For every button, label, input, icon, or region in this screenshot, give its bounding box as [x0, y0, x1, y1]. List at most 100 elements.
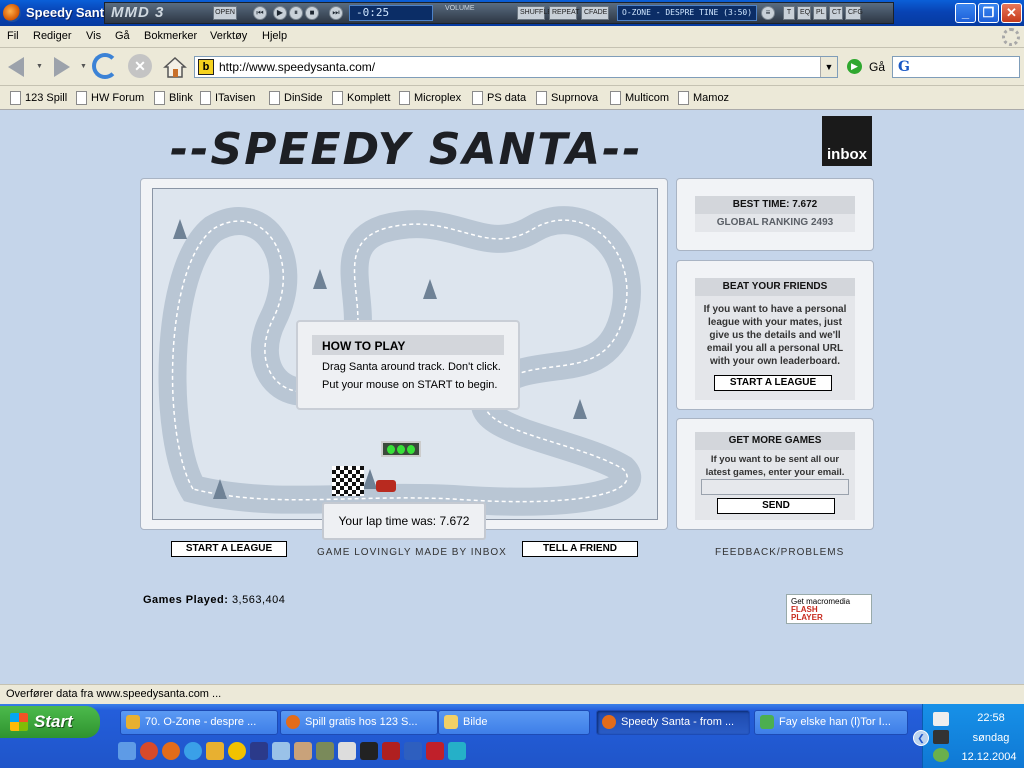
quicklaunch-icon[interactable] [360, 742, 378, 760]
bookmark-item[interactable]: PS data [472, 90, 526, 106]
winamp-time-display: -0:25 [349, 5, 433, 21]
start-league-button[interactable]: START A LEAGUE [171, 541, 287, 557]
global-ranking-label: GLOBAL RANKING 2493 [695, 214, 855, 232]
menu-edit[interactable]: Rediger [33, 30, 72, 42]
flash-player-badge[interactable]: Get macromedia FLASH PLAYER [786, 594, 872, 624]
start-league-panel-button[interactable]: START A LEAGUE [714, 375, 832, 391]
shuffle-button[interactable]: SHUFFLE [517, 6, 552, 20]
quicklaunch-icon[interactable] [228, 742, 246, 760]
bookmark-item[interactable]: DinSide [269, 90, 323, 106]
minimize-button[interactable]: _ [955, 3, 976, 23]
winamp-tag[interactable]: CFG [845, 6, 863, 20]
quicklaunch-icon[interactable] [184, 742, 202, 760]
pause-icon[interactable]: ⏸ [289, 6, 303, 20]
start-lights-icon[interactable] [381, 441, 421, 457]
lap-time-display: Your lap time was: 7.672 [322, 502, 486, 540]
maximize-button[interactable]: ❐ [978, 3, 999, 23]
bookmark-item[interactable]: HW Forum [76, 90, 144, 106]
back-button[interactable] [4, 53, 32, 81]
more-games-text: If you want to be sent all our latest ga… [705, 454, 845, 478]
quicklaunch-icon[interactable] [404, 742, 422, 760]
menu-help[interactable]: Hjelp [262, 30, 287, 42]
close-button[interactable]: ✕ [1001, 3, 1022, 23]
firefox-icon [3, 4, 21, 22]
quicklaunch-icon[interactable] [448, 742, 466, 760]
bookmark-item[interactable]: 123 Spill [10, 90, 67, 106]
winamp-tag[interactable]: EQ [797, 6, 811, 20]
firefox-icon [602, 715, 616, 729]
prev-track-icon[interactable]: ⏮ [253, 6, 267, 20]
tray-expand-icon[interactable]: ❮ [913, 730, 929, 746]
menu-bookmarks[interactable]: Bokmerker [144, 30, 197, 42]
clock[interactable]: 22:58 [959, 712, 1023, 724]
stop-icon[interactable]: ■ [305, 6, 319, 20]
quicklaunch-icon[interactable] [140, 742, 158, 760]
quicklaunch-icon[interactable] [162, 742, 180, 760]
go-icon[interactable]: ▶ [847, 59, 862, 74]
taskbar-item-speedy-santa[interactable]: Speedy Santa - from ... [596, 710, 750, 735]
send-button[interactable]: SEND [717, 498, 835, 514]
winamp-tag[interactable]: PL [813, 6, 827, 20]
reload-icon[interactable] [92, 53, 118, 79]
winamp-tag[interactable]: T [783, 6, 795, 20]
winamp-tray-icon[interactable] [933, 730, 949, 744]
menu-go[interactable]: Gå [115, 30, 130, 42]
menu-icon[interactable]: ≡ [761, 6, 775, 20]
quicklaunch-icon[interactable] [382, 742, 400, 760]
winamp-tag[interactable]: CT [829, 6, 843, 20]
quicklaunch-icon[interactable] [338, 742, 356, 760]
made-by-inbox-link[interactable]: GAME LOVINGLY MADE BY INBOX [317, 547, 507, 558]
santa-sleigh-icon[interactable] [376, 480, 396, 492]
taskbar-item-firefox[interactable]: Spill gratis hos 123 S... [280, 710, 438, 735]
messenger-tray-icon[interactable] [933, 748, 949, 762]
quicklaunch-icon[interactable] [272, 742, 290, 760]
bookmark-item[interactable]: Multicom [610, 90, 669, 106]
url-input[interactable]: http://www.speedysanta.com/ [219, 60, 375, 74]
menu-view[interactable]: Vis [86, 30, 101, 42]
google-search-icon: G [898, 59, 910, 75]
play-icon[interactable]: ▶ [273, 6, 287, 20]
quicklaunch-icon[interactable] [426, 742, 444, 760]
home-icon[interactable] [162, 54, 188, 80]
tree-icon [213, 479, 227, 499]
winamp-player-bar[interactable]: MMD 3 OPEN ⏮ ▶ ⏸ ■ ⏭ -0:25 VOLUME SHUFFL… [104, 2, 894, 24]
address-bar[interactable]: b http://www.speedysanta.com/ [194, 56, 838, 78]
next-track-icon[interactable]: ⏭ [329, 6, 343, 20]
taskbar-item-messenger[interactable]: Fay elske han (l)Tor I... [754, 710, 908, 735]
feedback-link[interactable]: FEEDBACK/PROBLEMS [715, 547, 844, 558]
taskbar-item-folder[interactable]: Bilde [438, 710, 590, 735]
go-button[interactable]: Gå [869, 60, 885, 74]
page-icon [536, 91, 547, 105]
back-dropdown-icon[interactable]: ▼ [36, 63, 43, 70]
quicklaunch-icon[interactable] [294, 742, 312, 760]
status-bar: Overfører data fra www.speedysanta.com .… [0, 684, 1024, 704]
taskbar-item-winamp[interactable]: 70. O-Zone - despre ... [120, 710, 278, 735]
quicklaunch-icon[interactable] [206, 742, 224, 760]
bookmark-item[interactable]: Komplett [332, 90, 390, 106]
inbox-logo[interactable]: inbox [822, 116, 872, 166]
menu-file[interactable]: Fil [7, 30, 19, 42]
winamp-open-button[interactable]: OPEN [213, 6, 237, 20]
winamp-icon [126, 715, 140, 729]
tell-friend-button[interactable]: TELL A FRIEND [522, 541, 638, 557]
bookmark-item[interactable]: Microplex [399, 90, 461, 106]
forward-dropdown-icon[interactable]: ▼ [80, 63, 87, 70]
forward-button[interactable] [46, 53, 74, 81]
crossfade-button[interactable]: CFADE [581, 6, 609, 20]
quicklaunch-icon[interactable] [316, 742, 334, 760]
search-box[interactable]: G [892, 56, 1020, 78]
bookmark-item[interactable]: ITavisen [200, 90, 255, 106]
bookmark-item[interactable]: Suprnova [536, 90, 598, 106]
repeat-button[interactable]: REPEAT [549, 6, 580, 20]
email-field[interactable] [701, 479, 849, 495]
page-icon [154, 91, 165, 105]
bookmark-item[interactable]: Mamoz [678, 90, 729, 106]
url-history-dropdown[interactable]: ▼ [820, 57, 837, 77]
menu-tools[interactable]: Verktøy [210, 30, 247, 42]
how-to-play-title: HOW TO PLAY [312, 335, 504, 355]
bookmark-item[interactable]: Blink [154, 90, 193, 106]
stop-load-icon[interactable]: ✕ [128, 54, 152, 78]
quicklaunch-icon[interactable] [118, 742, 136, 760]
printer-icon[interactable] [933, 712, 949, 726]
quicklaunch-icon[interactable] [250, 742, 268, 760]
